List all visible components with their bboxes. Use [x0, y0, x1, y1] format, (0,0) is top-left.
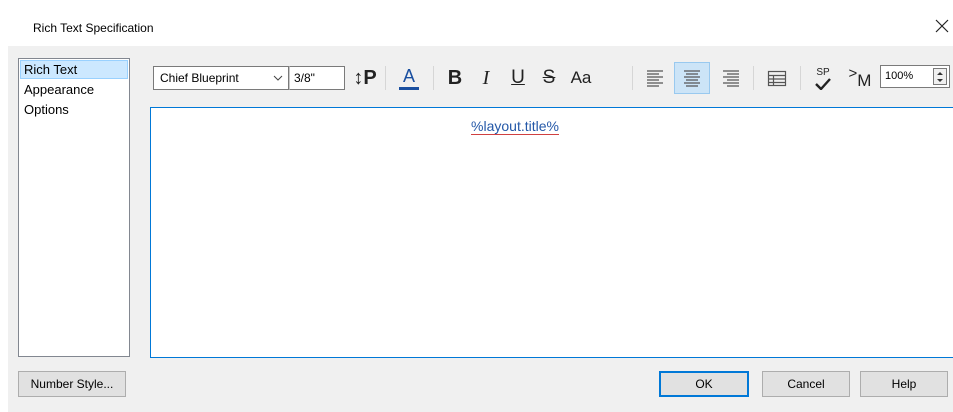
- nav-item-appearance[interactable]: Appearance: [20, 80, 128, 99]
- text-color-icon: A: [402, 65, 415, 86]
- editor-content: %layout.title%: [151, 118, 879, 135]
- ok-button[interactable]: OK: [659, 371, 749, 397]
- align-center-icon: [684, 70, 700, 87]
- text-color-button[interactable]: A: [393, 62, 425, 94]
- zoom-input[interactable]: 100%: [880, 65, 950, 88]
- close-icon[interactable]: [930, 14, 953, 38]
- font-select-value: Chief Blueprint: [160, 71, 239, 85]
- help-button[interactable]: Help: [860, 371, 948, 397]
- underline-button[interactable]: U: [503, 62, 533, 94]
- change-case-button[interactable]: Aa: [566, 62, 596, 94]
- zoom-spinner[interactable]: [933, 68, 947, 85]
- toolbar-separator: [433, 66, 434, 90]
- line-spacing-button[interactable]: ↕P: [350, 62, 380, 94]
- toolbar-separator: [632, 66, 633, 90]
- spinner-arrows-icon: [937, 71, 943, 82]
- align-center-button[interactable]: [674, 62, 710, 94]
- font-size-input[interactable]: 3/8": [289, 66, 345, 90]
- strikethrough-button[interactable]: S: [534, 62, 564, 94]
- title-bar: Rich Text Specification: [0, 0, 953, 46]
- font-select[interactable]: Chief Blueprint: [153, 66, 289, 90]
- text-color-swatch: [399, 86, 419, 90]
- nav-item-options[interactable]: Options: [20, 100, 128, 119]
- window-title: Rich Text Specification: [33, 21, 154, 35]
- macro-arrow-icon: >: [848, 64, 858, 82]
- number-style-button[interactable]: Number Style...: [18, 371, 126, 397]
- insert-macro-button[interactable]: > M: [843, 62, 877, 94]
- macro-icon: M: [857, 71, 872, 90]
- align-left-icon: [647, 70, 663, 87]
- chevron-down-icon: [272, 67, 284, 89]
- editor-text: %layout.title%: [471, 118, 559, 135]
- align-left-button[interactable]: [640, 62, 670, 94]
- rich-text-editor[interactable]: %layout.title%: [150, 107, 953, 358]
- toolbar-separator: [385, 66, 386, 90]
- bold-button[interactable]: B: [440, 62, 470, 94]
- nav-item-rich-text[interactable]: Rich Text: [20, 60, 128, 79]
- align-right-button[interactable]: [716, 62, 746, 94]
- table-icon: [767, 70, 787, 87]
- italic-button[interactable]: I: [471, 62, 501, 94]
- spell-check-icon: SP: [816, 66, 830, 78]
- align-right-icon: [723, 70, 739, 87]
- spell-check-button[interactable]: SP: [806, 62, 840, 94]
- insert-table-button[interactable]: [760, 62, 794, 94]
- nav-list: Rich Text Appearance Options: [18, 58, 130, 357]
- toolbar-separator: [800, 66, 801, 90]
- zoom-value: 100%: [885, 70, 914, 82]
- cancel-button[interactable]: Cancel: [762, 371, 850, 397]
- checkmark-icon: [815, 77, 831, 90]
- toolbar-separator: [753, 66, 754, 90]
